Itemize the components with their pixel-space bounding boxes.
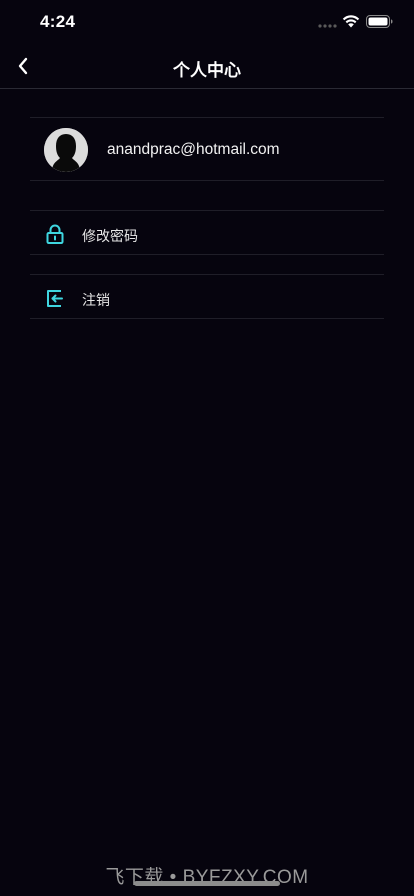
menu-item-logout[interactable]: 注销 xyxy=(30,275,384,319)
divider xyxy=(30,254,384,255)
battery-icon xyxy=(366,15,393,28)
status-bar: 4:24 xyxy=(0,0,414,44)
home-indicator[interactable] xyxy=(134,881,280,886)
nav-bar: 个人中心 xyxy=(0,44,414,89)
status-time: 4:24 xyxy=(40,12,76,31)
page-title: 个人中心 xyxy=(173,61,241,80)
divider xyxy=(30,318,384,319)
menu-item-label: 注销 xyxy=(82,292,110,308)
logout-icon xyxy=(47,290,63,307)
profile-row[interactable]: anandprac@hotmail.com xyxy=(30,118,384,180)
divider xyxy=(30,180,384,181)
profile-email: anandprac@hotmail.com xyxy=(107,141,280,158)
cellular-signal-icon xyxy=(318,24,337,28)
menu-item-change-password[interactable]: 修改密码 xyxy=(30,211,384,255)
avatar xyxy=(44,128,88,172)
menu-item-label: 修改密码 xyxy=(82,228,138,244)
lock-icon xyxy=(46,224,64,244)
wifi-icon xyxy=(342,15,360,28)
user-silhouette-icon xyxy=(44,128,88,172)
screen: 4:24 个人中心 anandprac@hotmail.com 修改密码 注销 … xyxy=(0,0,414,896)
